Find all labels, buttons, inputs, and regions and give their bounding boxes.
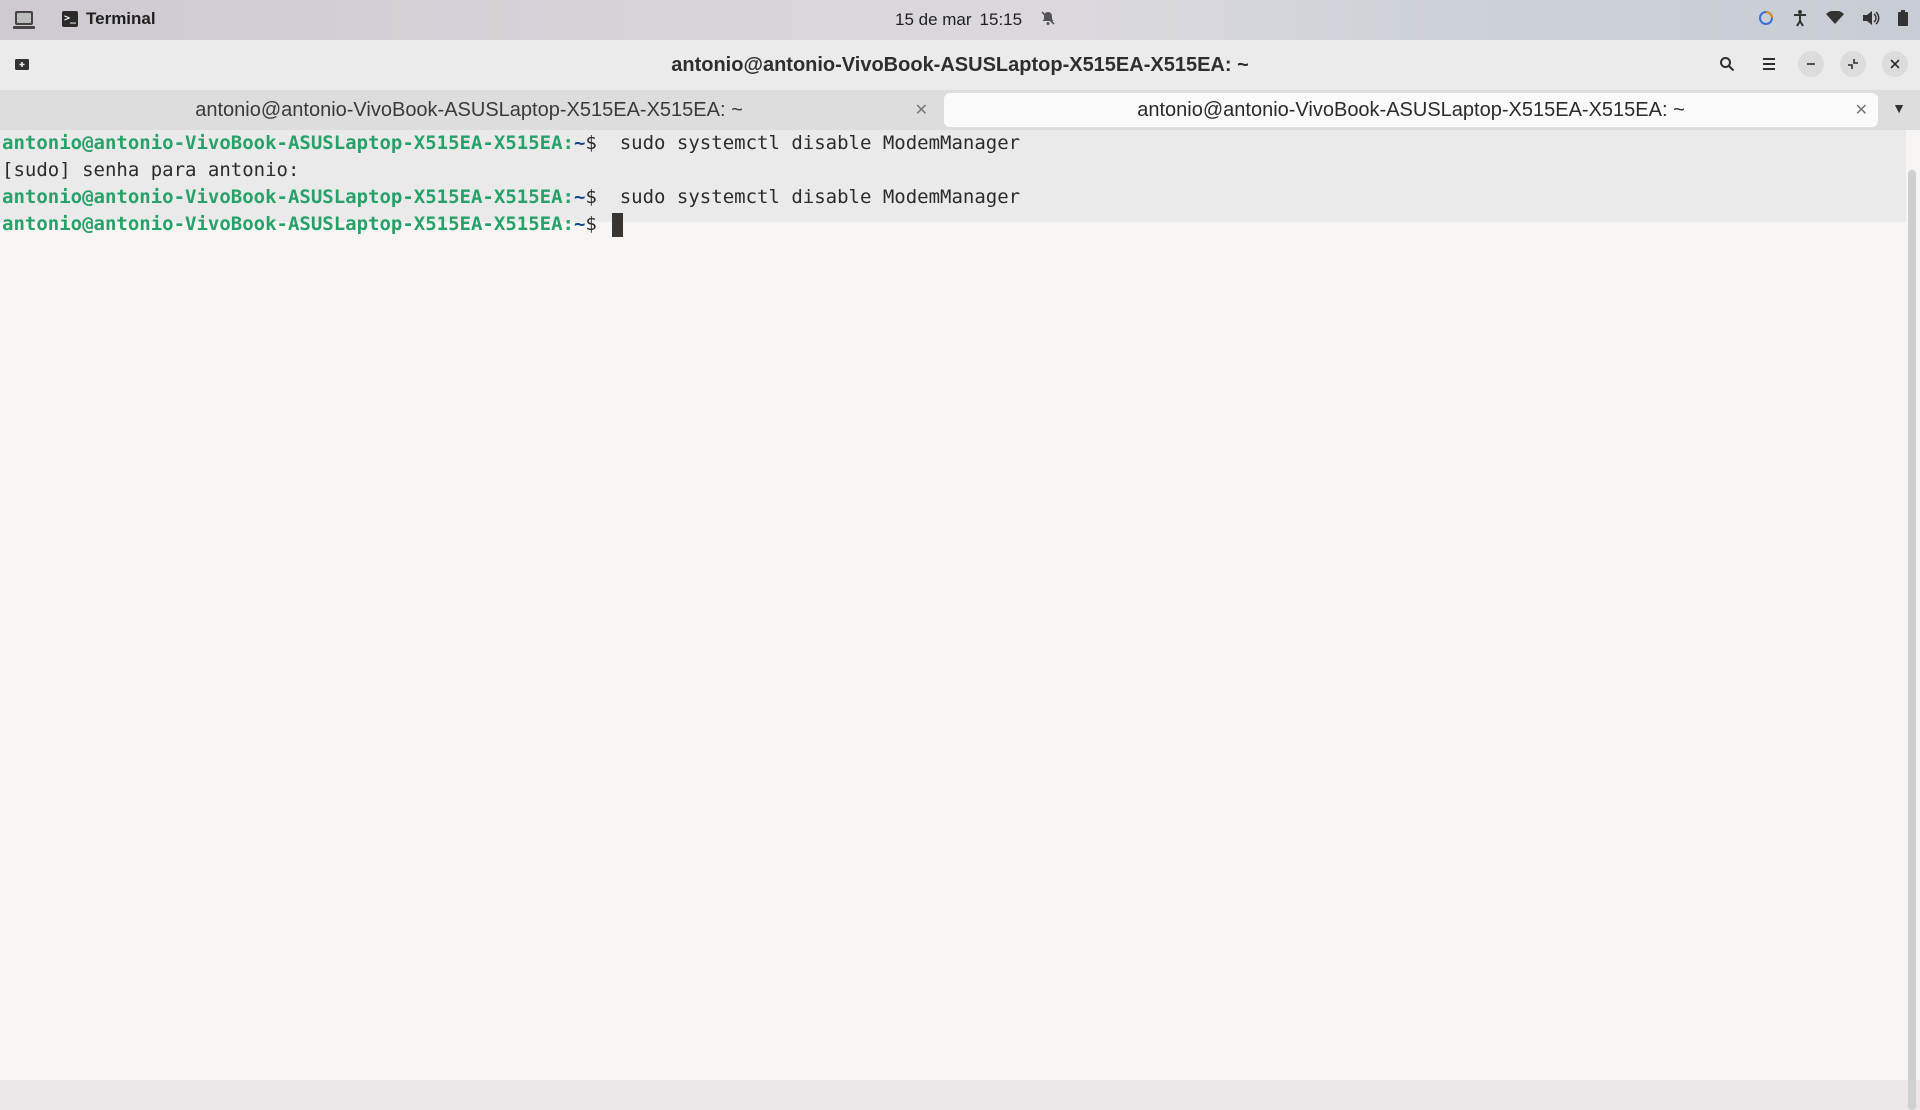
volume-icon [1862,10,1880,31]
ghost-text-block [82,650,1542,1010]
tab-bar: antonio@antonio-VivoBook-ASUSLaptop-X515… [0,90,1920,130]
prompt-symbol: $ [585,213,597,235]
tab-2[interactable]: antonio@antonio-VivoBook-ASUSLaptop-X515… [944,93,1878,127]
search-icon[interactable] [1714,51,1740,77]
restore-button[interactable] [1840,51,1866,77]
command-text [597,213,608,235]
tab-close-icon[interactable]: ✕ [915,100,928,120]
app-name: Terminal [86,9,156,28]
minimize-button[interactable] [1798,51,1824,77]
close-button[interactable] [1882,51,1908,77]
activities-icon[interactable] [12,9,36,31]
system-tray[interactable] [1758,9,1908,32]
ghost-text-block [82,345,1542,595]
prompt-line: antonio@antonio-VivoBook-ASUSLaptop-X515… [2,211,1020,238]
app-menu[interactable]: >_ Terminal [62,9,156,29]
terminal-output: antonio@antonio-VivoBook-ASUSLaptop-X515… [2,130,1020,238]
terminal-area[interactable]: antonio@antonio-VivoBook-ASUSLaptop-X515… [0,130,1906,1080]
clock-time: 15:15 [979,10,1023,29]
terminal-app-icon: >_ [62,11,78,27]
hamburger-menu-icon[interactable] [1756,51,1782,77]
title-bar[interactable]: antonio@antonio-VivoBook-ASUSLaptop-X515… [0,40,1920,90]
night-light-icon [1758,10,1774,31]
prompt-dir: ~ [573,186,586,208]
prompt-dir: ~ [573,213,586,235]
text-cursor [612,212,624,237]
command-text: sudo systemctl disable ModemManager [596,186,1021,208]
top-bar: >_ Terminal 15 de mar 15:15 [0,0,1920,40]
wifi-icon [1826,10,1844,30]
prompt-symbol: $ [585,132,597,154]
terminal-window: antonio@antonio-VivoBook-ASUSLaptop-X515… [0,40,1920,1110]
clock[interactable]: 15 de mar 15:15 [895,10,1056,30]
window-title: antonio@antonio-VivoBook-ASUSLaptop-X515… [671,54,1249,76]
battery-icon [1898,10,1908,31]
tab-label: antonio@antonio-VivoBook-ASUSLaptop-X515… [1137,98,1685,121]
tab-list-dropdown-icon[interactable]: ▼ [1892,100,1906,116]
prompt-symbol: $ [585,186,597,208]
notifications-off-icon [1040,10,1056,30]
accessibility-icon [1792,9,1808,32]
command-text: sudo systemctl disable ModemManager [596,132,1021,154]
tab-label: antonio@antonio-VivoBook-ASUSLaptop-X515… [195,98,743,121]
clock-date: 15 de mar [895,10,972,29]
prompt-user: antonio@antonio-VivoBook-ASUSLaptop-X515… [2,186,574,208]
output-line: [sudo] senha para antonio: [2,159,300,181]
scrollbar[interactable] [1908,170,1916,1110]
tab-close-icon[interactable]: ✕ [1855,100,1868,120]
prompt-user: antonio@antonio-VivoBook-ASUSLaptop-X515… [2,213,574,235]
tab-1[interactable]: antonio@antonio-VivoBook-ASUSLaptop-X515… [0,93,938,127]
prompt-dir: ~ [573,132,586,154]
prompt-line: antonio@antonio-VivoBook-ASUSLaptop-X515… [2,184,1020,211]
prompt-user: antonio@antonio-VivoBook-ASUSLaptop-X515… [2,132,574,154]
background-wallpaper [0,130,1906,1080]
prompt-line: antonio@antonio-VivoBook-ASUSLaptop-X515… [2,130,1020,157]
